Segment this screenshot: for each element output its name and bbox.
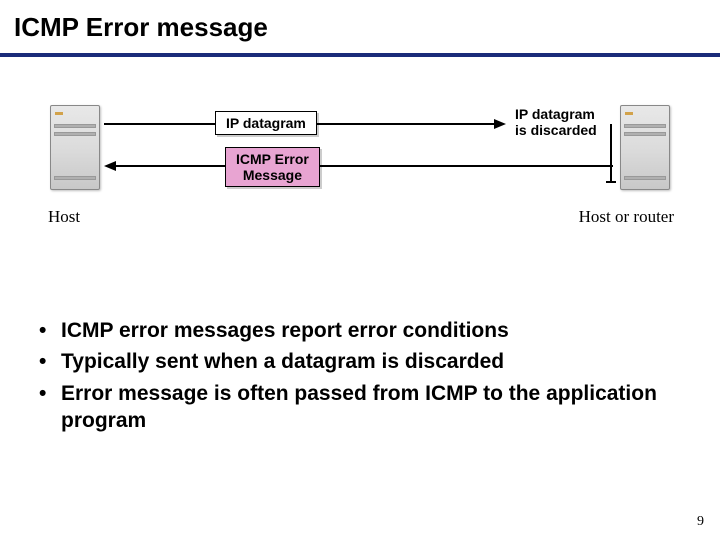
host-left-icon — [50, 105, 100, 190]
host-left-label: Host — [48, 207, 80, 227]
slide-title: ICMP Error message — [0, 0, 720, 49]
list-item: Typically sent when a datagram is discar… — [25, 346, 685, 377]
discard-drop-tick — [606, 181, 616, 183]
arrow-head-left-icon — [104, 161, 116, 171]
ip-datagram-box: IP datagram — [215, 111, 317, 135]
bullet-list: ICMP error messages report error conditi… — [25, 315, 685, 436]
page-number: 9 — [697, 514, 704, 530]
list-item: ICMP error messages report error conditi… — [25, 315, 685, 346]
host-right-icon — [620, 105, 670, 190]
host-right-label: Host or router — [579, 207, 674, 227]
icmp-error-line1: ICMP Error — [236, 151, 309, 167]
arrow-icmp-error — [116, 165, 613, 167]
title-underline — [0, 53, 720, 57]
ip-datagram-text: IP datagram — [226, 115, 306, 131]
arrow-head-right-icon — [494, 119, 506, 129]
discard-drop-line — [610, 124, 612, 182]
discarded-line2: is discarded — [515, 122, 597, 138]
discarded-line1: IP datagram — [515, 106, 597, 122]
icmp-error-box: ICMP Error Message — [225, 147, 320, 187]
discarded-label: IP datagram is discarded — [515, 106, 597, 138]
diagram-area: Host Host or router IP datagram IP datag… — [50, 95, 670, 265]
icmp-error-line2: Message — [236, 167, 309, 183]
list-item: Error message is often passed from ICMP … — [25, 378, 685, 437]
